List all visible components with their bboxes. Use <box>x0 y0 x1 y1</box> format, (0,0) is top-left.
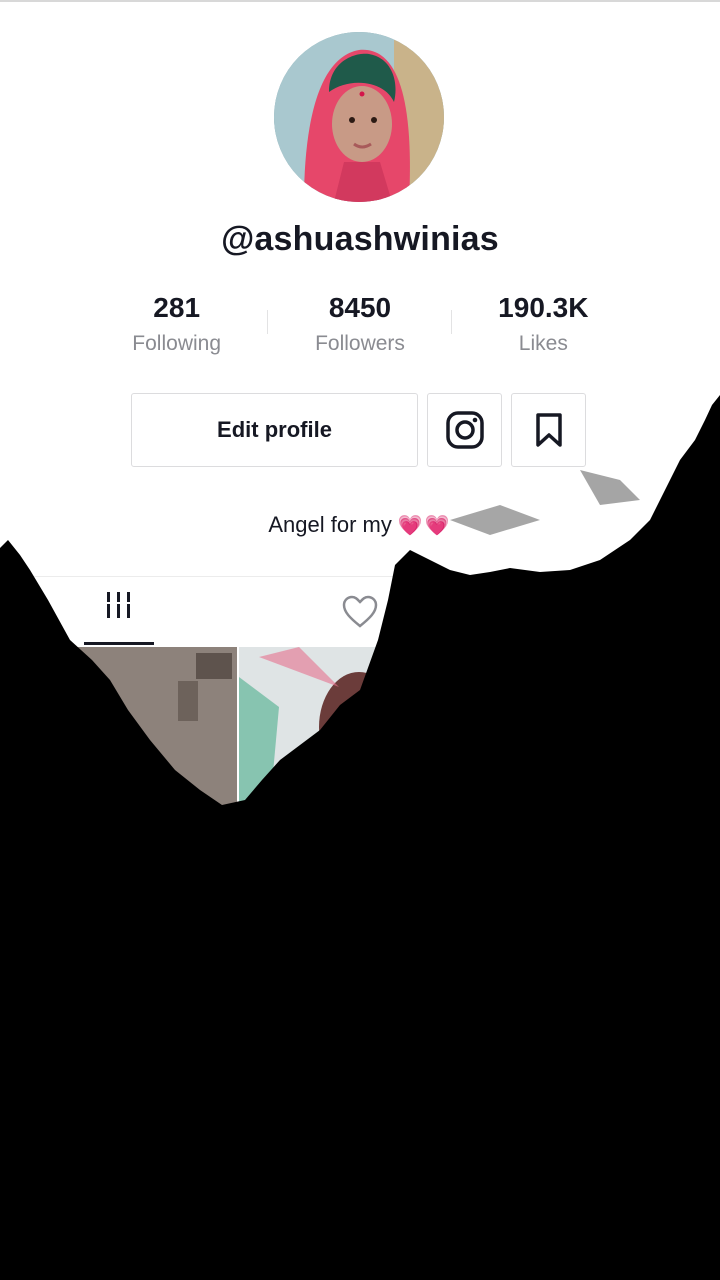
avatar[interactable] <box>274 32 444 202</box>
active-tab-indicator <box>84 642 154 645</box>
instagram-icon <box>445 411 484 449</box>
likes-count: 190.3K <box>498 292 589 323</box>
bio-emoji: 💗💗 <box>397 515 452 537</box>
following-label: Following <box>132 332 222 355</box>
instagram-button[interactable] <box>427 393 502 467</box>
grid-icon <box>105 592 133 618</box>
bio-text: Angel for my <box>268 512 392 537</box>
following-count: 281 <box>153 292 201 323</box>
stat-likes[interactable]: 190.3K Likes <box>452 290 635 370</box>
edit-profile-button[interactable]: Edit profile <box>131 393 418 467</box>
bookmark-icon <box>535 413 562 447</box>
bio: Angel for my 💗💗 <box>0 512 720 538</box>
stats-row: 281 Following 8450 Followers 190.3K Like… <box>85 290 635 370</box>
likes-label: Likes <box>518 332 568 355</box>
followers-label: Followers <box>315 332 405 355</box>
stat-followers[interactable]: 8450 Followers <box>268 290 452 370</box>
followers-count: 8450 <box>328 292 392 323</box>
top-divider <box>0 0 720 2</box>
tab-videos[interactable] <box>84 590 154 646</box>
video-thumbnail[interactable] <box>0 647 237 817</box>
tabs-divider <box>0 576 720 577</box>
tab-liked[interactable] <box>340 592 380 632</box>
video-thumbnail[interactable] <box>239 647 476 817</box>
favorites-button[interactable] <box>511 393 586 467</box>
username: @ashuashwinias <box>221 220 499 258</box>
stat-following[interactable]: 281 Following <box>85 290 269 370</box>
heart-icon <box>342 595 378 628</box>
